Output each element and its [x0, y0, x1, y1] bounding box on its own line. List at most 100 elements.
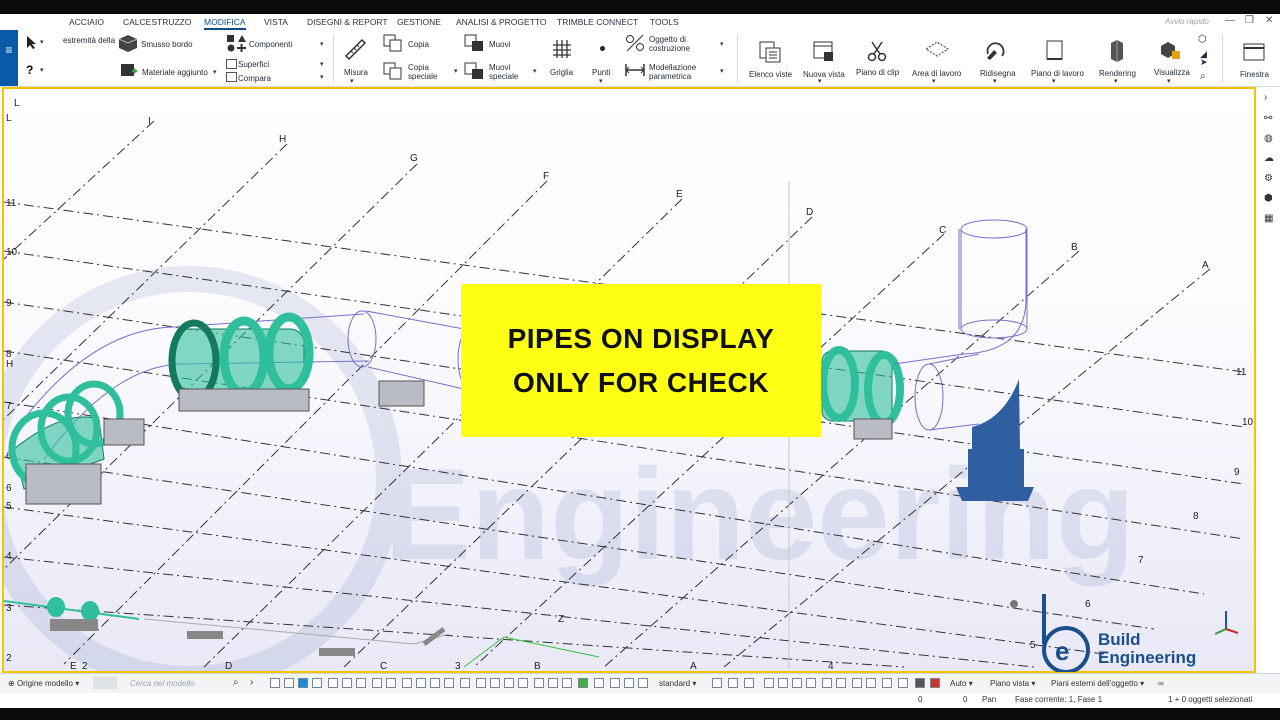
snap-perpendicular-icon[interactable]	[460, 678, 470, 688]
search-icon[interactable]: ⌕	[1200, 72, 1206, 82]
snap-point-icon[interactable]	[624, 678, 634, 688]
tab-trimble-connect[interactable]: TRIMBLE CONNECT	[557, 17, 638, 27]
cube-icon[interactable]: ⬡	[1198, 35, 1207, 45]
display-line-icon[interactable]	[852, 678, 862, 688]
smusso-bordo-icon[interactable]	[117, 33, 139, 53]
snap-edge-icon[interactable]	[594, 678, 604, 688]
modellazione-parametrica-label-2[interactable]: parametrica	[649, 72, 691, 81]
parametric-modelling-icon[interactable]	[624, 61, 646, 79]
minimize-icon[interactable]: —	[1225, 15, 1235, 26]
display-wave-icon[interactable]	[866, 678, 876, 688]
quick-launch-input[interactable]: Avvio rapido	[1165, 17, 1209, 26]
snap-extension-icon[interactable]	[476, 678, 486, 688]
chevron-down-icon[interactable]: ▾	[1167, 77, 1171, 85]
cube-icon[interactable]: ⬢	[1264, 193, 1273, 204]
redraw-icon[interactable]	[984, 38, 1008, 62]
chevron-down-icon[interactable]: ▾	[213, 68, 217, 76]
muovi-speciale-label-2[interactable]: speciale	[489, 72, 518, 81]
scissors-icon[interactable]	[866, 40, 888, 62]
chevron-down-icon[interactable]: ▾	[1114, 77, 1118, 85]
chevron-down-icon[interactable]: ▾	[350, 77, 354, 85]
muovi-speciale-label-1[interactable]: Muovi	[489, 63, 510, 72]
chevron-down-icon[interactable]: ▾	[320, 60, 324, 68]
finestra-button[interactable]: Finestra	[1240, 70, 1269, 79]
snap-settings-icon[interactable]	[712, 678, 722, 688]
select-grid-icon[interactable]	[312, 678, 322, 688]
display-square-icon[interactable]	[778, 678, 788, 688]
select-arrow-icon[interactable]	[270, 678, 280, 688]
components-panel-icon[interactable]: ▦	[1264, 213, 1273, 224]
auto-dropdown[interactable]: Auto ▾	[950, 679, 973, 688]
chevron-down-icon[interactable]: ▾	[320, 40, 324, 48]
tab-analisi-progetto[interactable]: ANALISI & PROGETTO	[456, 17, 547, 27]
piano-clip-button[interactable]: Piano di clip	[856, 68, 899, 77]
select-arrow-icon[interactable]	[24, 34, 38, 50]
copia-button[interactable]: Copia	[408, 40, 429, 49]
send-icon[interactable]: ➤	[1200, 58, 1208, 67]
window-icon[interactable]	[1242, 42, 1266, 62]
rendering-icon[interactable]	[1108, 38, 1126, 64]
tab-disegni-report[interactable]: DISEGNI & REPORT	[307, 17, 388, 27]
select-assembly-icon[interactable]	[298, 678, 308, 688]
tab-gestione[interactable]: GESTIONE	[397, 17, 441, 27]
nuova-vista-button[interactable]: Nuova vista	[803, 70, 845, 79]
oggetto-costruzione-label-2[interactable]: costruzione	[649, 44, 690, 53]
chevron-right-icon[interactable]: ›	[1264, 92, 1267, 103]
display-hidden-icon[interactable]	[930, 678, 940, 688]
select-component-icon[interactable]	[328, 678, 338, 688]
close-icon[interactable]: ✕	[1265, 15, 1273, 26]
snap-depth-icon[interactable]	[744, 678, 754, 688]
chevron-down-icon[interactable]: ▾	[599, 77, 603, 85]
copy-icon[interactable]	[382, 33, 404, 53]
tab-tools[interactable]: TOOLS	[650, 17, 679, 27]
move-special-icon[interactable]	[463, 61, 485, 81]
visualize-icon[interactable]	[1158, 38, 1182, 62]
piano-vista-dropdown[interactable]: Piano vista ▾	[990, 679, 1035, 688]
smart-select-icon[interactable]: ?	[24, 62, 38, 78]
chevron-down-icon[interactable]: ▾	[818, 77, 822, 85]
piano-lavoro-button[interactable]: Piano di lavoro	[1031, 69, 1084, 78]
superfici-button[interactable]: Superfici	[238, 60, 269, 69]
tab-calcestruzzo[interactable]: CALCESTRUZZO	[123, 17, 191, 27]
chevron-down-icon[interactable]: ▾	[40, 66, 44, 74]
work-area-icon[interactable]	[924, 40, 950, 58]
origine-modello-dropdown[interactable]: ⊕ Origine modello ▾	[8, 679, 79, 688]
compara-button[interactable]: Compara	[238, 74, 271, 83]
copia-speciale-label-1[interactable]: Copia	[408, 63, 429, 72]
estremita-label[interactable]: estremità della	[63, 36, 115, 45]
snap-center-icon[interactable]	[444, 678, 454, 688]
select-part-icon[interactable]	[284, 678, 294, 688]
search-icon[interactable]: ⌕	[233, 677, 239, 688]
work-plane-icon[interactable]	[1044, 38, 1066, 62]
chevron-down-icon[interactable]: ▾	[533, 67, 537, 75]
chevron-down-icon[interactable]: ▾	[993, 77, 997, 85]
chevron-down-icon[interactable]: ▾	[932, 77, 936, 85]
cloud-icon[interactable]: ☁	[1264, 153, 1274, 164]
snap-nearest-icon[interactable]	[504, 678, 514, 688]
chevron-right-icon[interactable]: ›	[250, 677, 253, 688]
copy-special-icon[interactable]	[382, 61, 404, 81]
snap-free-icon[interactable]	[518, 678, 528, 688]
componenti-icon[interactable]	[225, 33, 247, 53]
display-triangle-icon[interactable]	[836, 678, 846, 688]
search-model-input[interactable]: Cerca nel modello	[130, 679, 194, 688]
display-solid-icon[interactable]	[915, 678, 925, 688]
display-cross-icon[interactable]	[822, 678, 832, 688]
snap-intersection-icon[interactable]	[430, 678, 440, 688]
select-plane-icon[interactable]	[356, 678, 366, 688]
new-view-icon[interactable]	[812, 40, 836, 64]
tab-acciaio[interactable]: ACCIAIO	[69, 17, 104, 27]
snap-end-icon[interactable]	[402, 678, 412, 688]
griglia-button[interactable]: Griglia	[550, 68, 573, 77]
oggetto-costruzione-label-1[interactable]: Oggetto di	[649, 35, 686, 44]
snap-geometry-icon[interactable]	[548, 678, 558, 688]
display-arrow-icon[interactable]	[882, 678, 892, 688]
snap-mid-icon[interactable]	[416, 678, 426, 688]
snap-override-icon[interactable]	[728, 678, 738, 688]
construction-object-icon[interactable]	[624, 33, 646, 53]
hamburger-menu-icon[interactable]: ≡	[0, 30, 18, 86]
punti-button[interactable]: Punti	[592, 68, 610, 77]
move-icon[interactable]	[463, 33, 485, 53]
chevron-down-icon[interactable]: ▾	[720, 40, 724, 48]
ruler-icon[interactable]	[343, 37, 367, 61]
